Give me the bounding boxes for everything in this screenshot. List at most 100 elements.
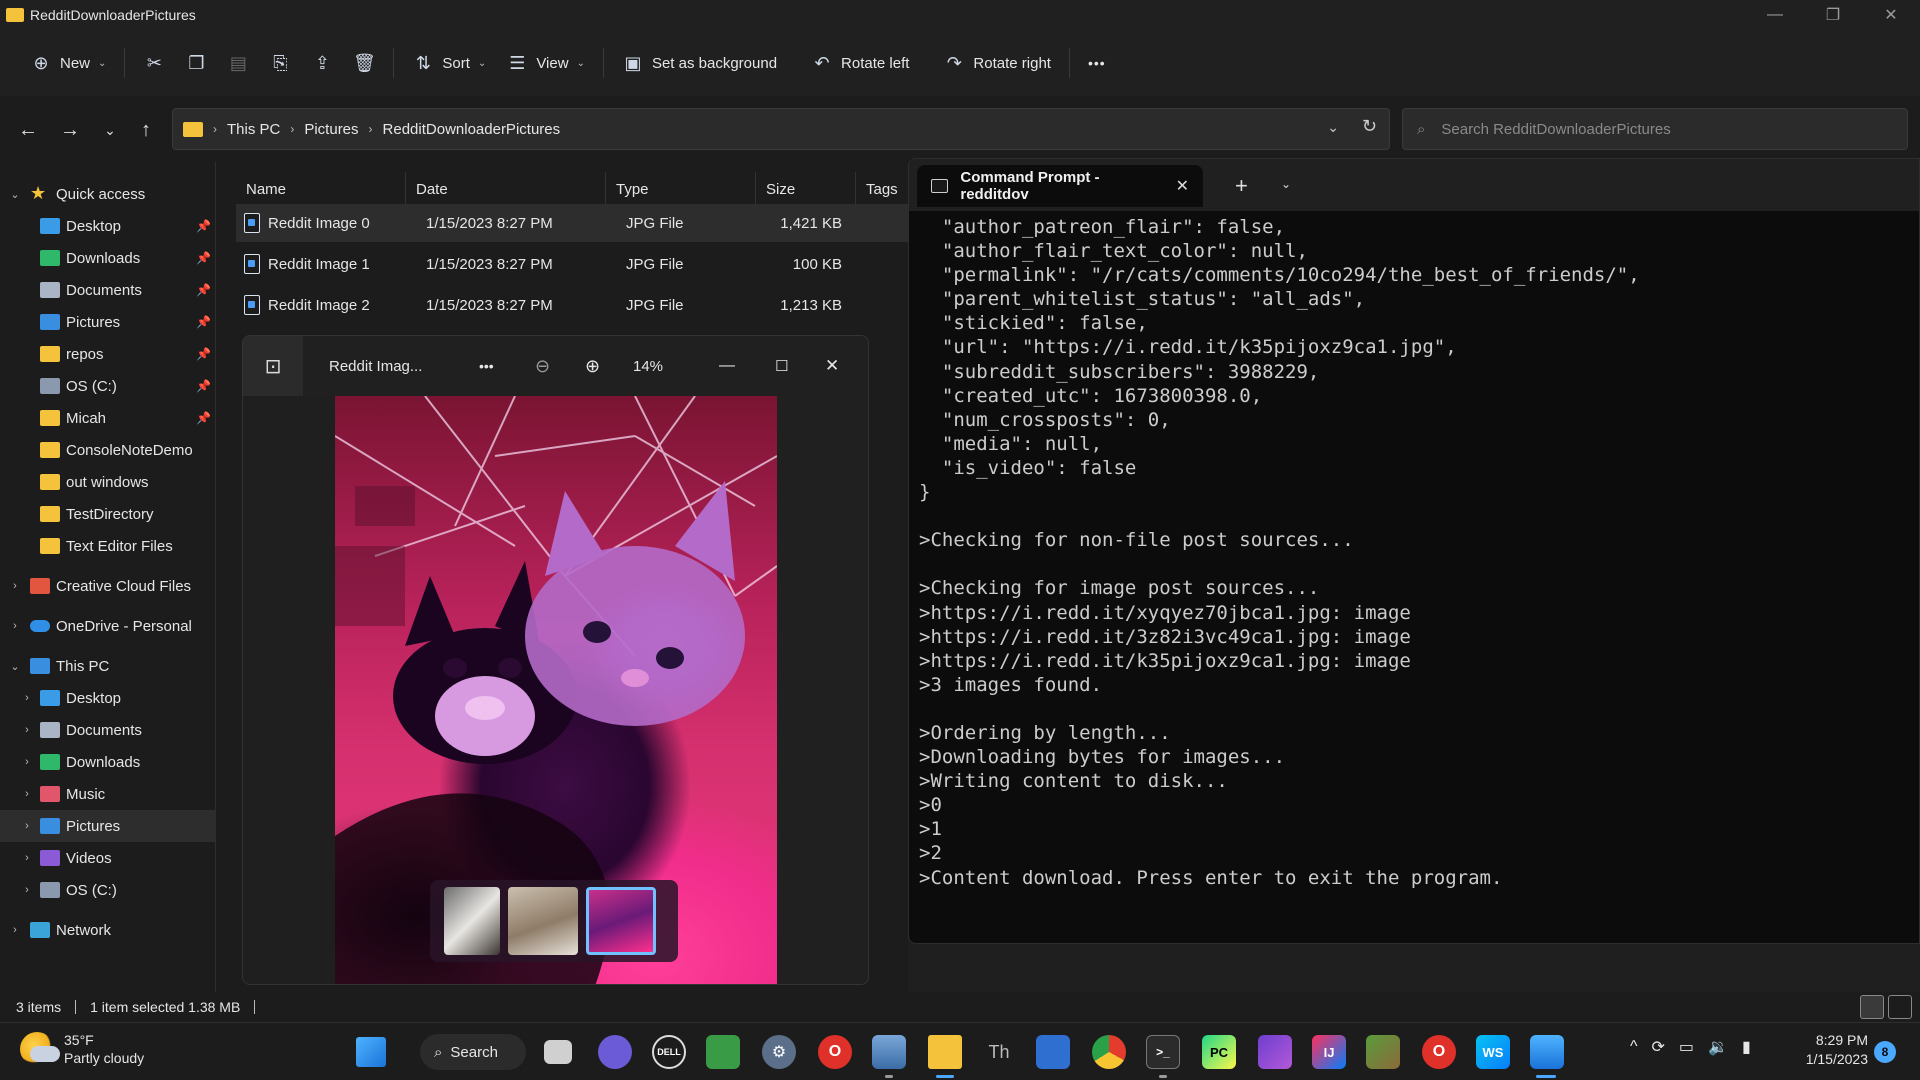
- minecraft-icon[interactable]: [1366, 1035, 1400, 1069]
- notification-badge[interactable]: 8: [1874, 1041, 1896, 1063]
- terminal-icon[interactable]: >_: [1146, 1035, 1180, 1069]
- photos-app-taskbar-icon[interactable]: [1530, 1035, 1564, 1069]
- column-header-date[interactable]: Date: [406, 172, 606, 208]
- typora-icon[interactable]: Th: [982, 1035, 1016, 1069]
- file-row[interactable]: Reddit Image 1 1/15/2023 8:27 PM JPG Fil…: [236, 245, 908, 283]
- nav-quick-access[interactable]: ⌄ ★ Quick access: [0, 178, 215, 210]
- sort-button[interactable]: ⇅ Sort ⌄: [402, 43, 496, 83]
- intellij-icon[interactable]: IJ: [1312, 1035, 1346, 1069]
- dell-icon[interactable]: DELL: [652, 1035, 686, 1069]
- close-button[interactable]: ✕: [1862, 0, 1920, 30]
- terminal-window[interactable]: Command Prompt - redditdov ✕ + ⌄ "author…: [908, 158, 1920, 944]
- pycharm-icon[interactable]: PC: [1202, 1035, 1236, 1069]
- webstorm-icon[interactable]: WS: [1476, 1035, 1510, 1069]
- sidebar-item-desktop[interactable]: › Desktop: [0, 682, 215, 714]
- sync-icon[interactable]: ⟳: [1652, 1037, 1665, 1057]
- pin-icon[interactable]: 📌: [196, 379, 211, 393]
- viewer-maximize-button[interactable]: ☐: [775, 357, 788, 375]
- pin-icon[interactable]: 📌: [196, 315, 211, 329]
- display-icon[interactable]: ▭: [1679, 1037, 1694, 1057]
- copy-button[interactable]: ❐: [175, 43, 217, 83]
- volume-icon[interactable]: 🔉: [1708, 1037, 1728, 1057]
- sidebar-item-repos[interactable]: repos 📌: [0, 338, 215, 370]
- delete-button[interactable]: 🗑: [343, 43, 385, 83]
- sidebar-item-testdirectory[interactable]: TestDirectory: [0, 498, 215, 530]
- opera-gx-icon[interactable]: O: [1422, 1035, 1456, 1069]
- sidebar-item-desktop[interactable]: Desktop 📌: [0, 210, 215, 242]
- restore-button[interactable]: ❐: [1804, 0, 1862, 30]
- nav-network[interactable]: › Network: [0, 914, 215, 946]
- share-button[interactable]: ⇪: [301, 43, 343, 83]
- breadcrumb-current[interactable]: RedditDownloaderPictures: [383, 121, 561, 138]
- visual-studio-icon[interactable]: [1258, 1035, 1292, 1069]
- pin-icon[interactable]: 📌: [196, 411, 211, 425]
- sidebar-item-downloads[interactable]: Downloads 📌: [0, 242, 215, 274]
- back-button[interactable]: ←: [14, 116, 42, 144]
- taskbar-search[interactable]: ⌕ Search: [420, 1034, 526, 1070]
- terminal-output[interactable]: "author_patreon_flair": false, "author_f…: [919, 215, 1640, 890]
- nav-this-pc[interactable]: ⌄ This PC: [0, 650, 215, 682]
- sidebar-item-consolenotedemo[interactable]: ConsoleNoteDemo: [0, 434, 215, 466]
- minimize-button[interactable]: —: [1746, 0, 1804, 30]
- network-tool-icon[interactable]: [1036, 1035, 1070, 1069]
- sidebar-item-out-windows[interactable]: out windows: [0, 466, 215, 498]
- chat-icon[interactable]: [598, 1035, 632, 1069]
- paste-button[interactable]: ▤: [217, 43, 259, 83]
- tiles-view-button[interactable]: [1888, 995, 1912, 1019]
- battery-icon[interactable]: ▮: [1742, 1037, 1751, 1057]
- sidebar-item-pictures[interactable]: Pictures 📌: [0, 306, 215, 338]
- close-tab-icon[interactable]: ✕: [1176, 176, 1189, 196]
- weather-widget[interactable]: 35°F Partly cloudy: [20, 1031, 144, 1067]
- column-header-type[interactable]: Type: [606, 172, 756, 208]
- file-row[interactable]: Reddit Image 2 1/15/2023 8:27 PM JPG Fil…: [236, 286, 908, 324]
- column-header-tags[interactable]: Tags: [856, 172, 916, 208]
- thumbnail-image-2[interactable]: [586, 887, 656, 955]
- zoom-in-icon[interactable]: ⊕: [585, 356, 600, 377]
- chrome-icon[interactable]: [1092, 1035, 1126, 1069]
- photos-app-icon[interactable]: ⊡: [243, 336, 303, 396]
- chevron-up-icon[interactable]: ^: [1630, 1038, 1638, 1056]
- new-button[interactable]: ⊕ New ⌄: [20, 43, 116, 83]
- sidebar-item-micah[interactable]: Micah 📌: [0, 402, 215, 434]
- more-options-button[interactable]: •••: [1078, 43, 1116, 83]
- pin-icon[interactable]: 📌: [196, 283, 211, 297]
- file-explorer-icon[interactable]: [928, 1035, 962, 1069]
- refresh-icon[interactable]: ↻: [1362, 116, 1377, 137]
- pin-icon[interactable]: 📌: [196, 251, 211, 265]
- address-bar[interactable]: › This PC › Pictures › RedditDownloaderP…: [172, 108, 1390, 150]
- zoom-out-icon[interactable]: ⊖: [535, 356, 550, 377]
- settings-gear-icon[interactable]: ⚙: [762, 1035, 796, 1069]
- sidebar-item-downloads[interactable]: › Downloads: [0, 746, 215, 778]
- terminal-tab[interactable]: Command Prompt - redditdov ✕: [917, 165, 1203, 207]
- thumbnail-image-1[interactable]: [508, 887, 578, 955]
- sidebar-item-videos[interactable]: › Videos: [0, 842, 215, 874]
- rotate-right-button[interactable]: ↷ Rotate right: [933, 43, 1061, 83]
- tab-dropdown-icon[interactable]: ⌄: [1281, 177, 1291, 191]
- sidebar-item-documents[interactable]: Documents 📌: [0, 274, 215, 306]
- details-view-button[interactable]: [1860, 995, 1884, 1019]
- app-icon[interactable]: [706, 1035, 740, 1069]
- viewer-close-button[interactable]: ✕: [825, 356, 839, 376]
- view-button[interactable]: ☰ View ⌄: [496, 43, 595, 83]
- sidebar-item-documents[interactable]: › Documents: [0, 714, 215, 746]
- file-row[interactable]: Reddit Image 0 1/15/2023 8:27 PM JPG Fil…: [236, 204, 908, 242]
- pin-icon[interactable]: 📌: [196, 219, 211, 233]
- cut-button[interactable]: ✂: [133, 43, 175, 83]
- column-header-name[interactable]: Name: [236, 172, 406, 208]
- nav-creative-cloud[interactable]: › Creative Cloud Files: [0, 570, 215, 602]
- rotate-left-button[interactable]: ↶ Rotate left: [801, 43, 919, 83]
- recent-locations-button[interactable]: ⌄: [96, 116, 124, 144]
- task-view-icon[interactable]: [544, 1040, 572, 1064]
- nav-onedrive[interactable]: › OneDrive - Personal: [0, 610, 215, 642]
- clock[interactable]: 8:29 PM 1/15/2023: [1800, 1031, 1868, 1069]
- pin-icon[interactable]: 📌: [196, 347, 211, 361]
- more-icon[interactable]: •••: [479, 358, 494, 374]
- new-tab-button[interactable]: +: [1235, 173, 1248, 199]
- photos-icon[interactable]: [872, 1035, 906, 1069]
- sidebar-item-pictures[interactable]: › Pictures: [0, 810, 215, 842]
- breadcrumb-this-pc[interactable]: This PC: [227, 121, 280, 138]
- set-as-background-button[interactable]: ▣ Set as background: [612, 43, 787, 83]
- sidebar-item-text-editor-files[interactable]: Text Editor Files: [0, 530, 215, 562]
- search-input[interactable]: [1441, 120, 1882, 138]
- viewer-minimize-button[interactable]: —: [719, 357, 735, 375]
